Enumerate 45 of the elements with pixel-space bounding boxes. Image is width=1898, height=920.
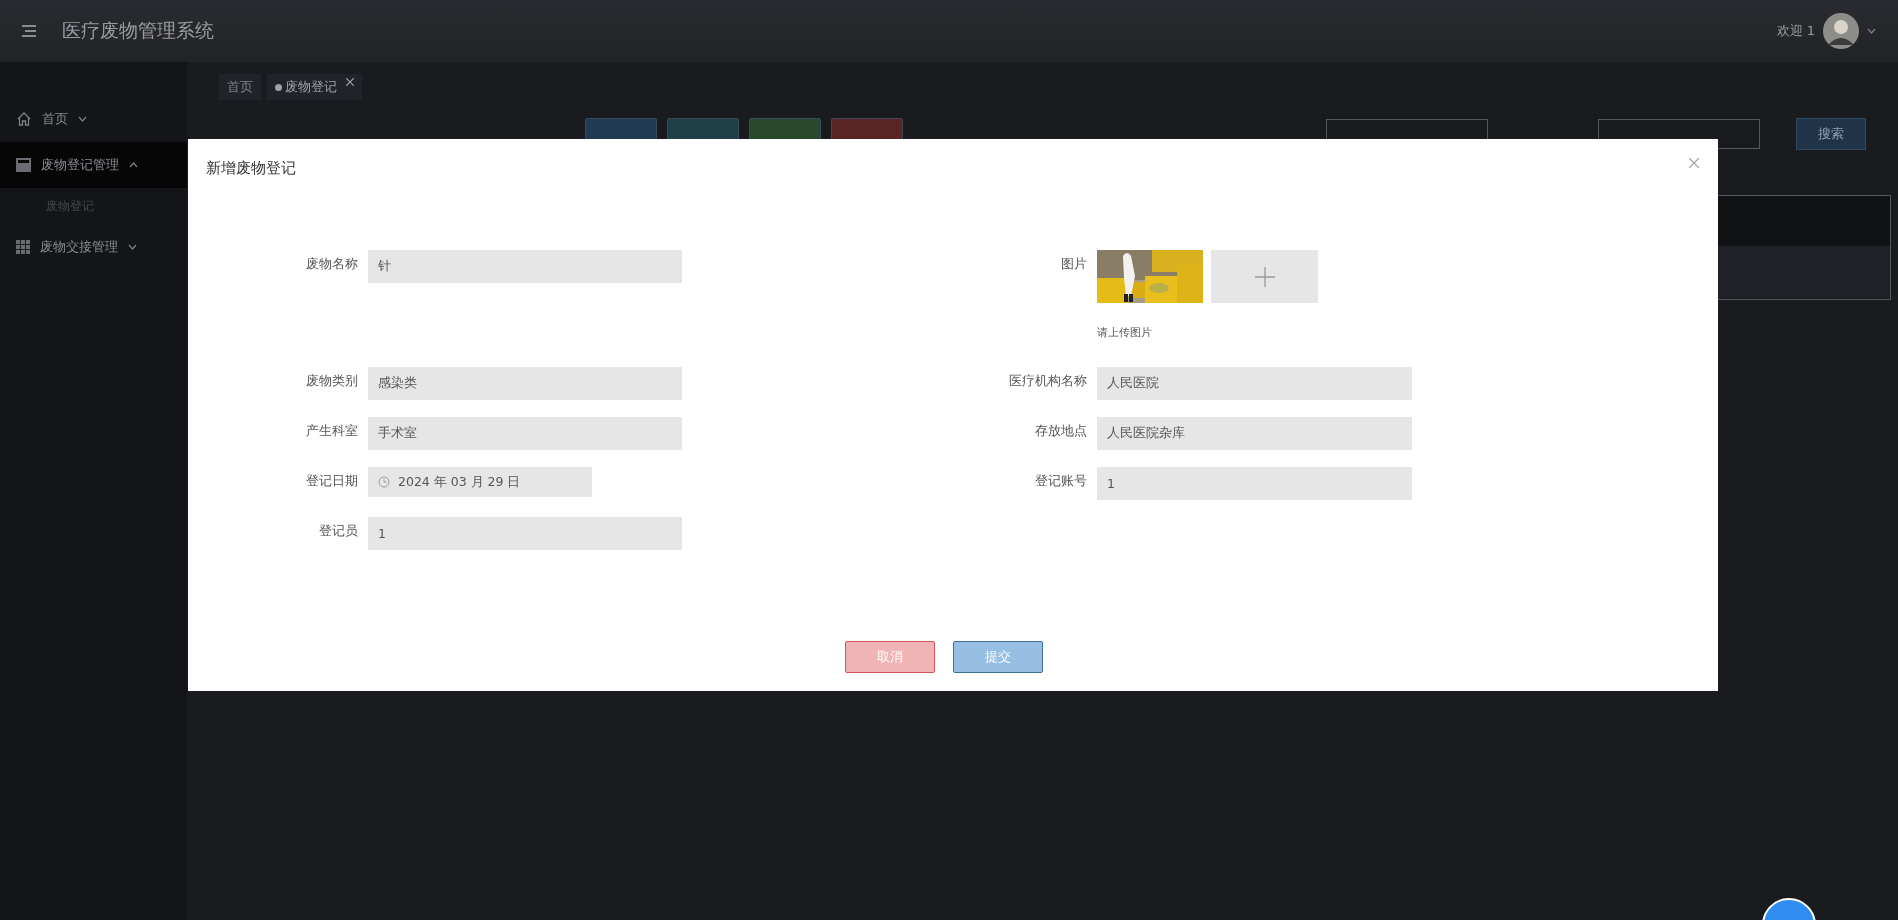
field-label: 登记账号 [1034, 472, 1087, 490]
field-label: 废物名称 [305, 255, 358, 273]
field-label: 登记日期 [305, 472, 358, 490]
avatar-icon[interactable] [1823, 13, 1859, 49]
sidebar-item[interactable]: 废物登记管理 [0, 142, 187, 188]
date-field[interactable]: 2024 年 03 月 29 日 [368, 467, 592, 497]
date-value: 2024 年 03 月 29 日 [398, 473, 521, 491]
chevron-up-icon [129, 162, 138, 168]
sidebar-item[interactable]: 废物交接管理 [0, 224, 187, 270]
sidebar-label: 首页 [42, 110, 68, 128]
input-field[interactable]: 1 [368, 517, 682, 550]
chevron-down-icon [78, 116, 87, 122]
menu-icon[interactable] [22, 25, 36, 37]
upload-hint: 请上传图片 [1097, 325, 1153, 340]
sidebar-label: 废物交接管理 [40, 238, 118, 256]
field-label: 图片 [1060, 255, 1087, 273]
sidebar-item[interactable]: 首页 [0, 96, 187, 142]
home-icon [16, 111, 32, 127]
search-button[interactable]: 搜索 [1796, 118, 1866, 150]
store-icon [16, 158, 31, 172]
clock-icon [378, 476, 390, 488]
close-icon [1689, 157, 1699, 168]
plus-icon [1254, 266, 1275, 287]
field-label: 登记员 [318, 522, 358, 540]
chevron-down-icon [128, 244, 137, 250]
input-field[interactable]: 手术室 [368, 417, 682, 450]
input-field[interactable]: 感染类 [368, 367, 682, 400]
active-dot [275, 83, 282, 91]
input-field[interactable]: 针 [368, 250, 682, 283]
page-tab[interactable]: 首页 [219, 74, 261, 100]
close-icon[interactable] [346, 78, 354, 86]
app-title: 医疗废物管理系统 [62, 18, 214, 43]
field-label: 医疗机构名称 [1008, 372, 1087, 390]
field-label: 废物类别 [305, 372, 358, 390]
field-label: 存放地点 [1034, 422, 1087, 440]
grid-icon [16, 240, 30, 254]
page-tab[interactable]: 废物登记 [267, 74, 362, 100]
input-field[interactable]: 人民医院杂库 [1097, 417, 1412, 450]
input-field[interactable]: 1 [1097, 467, 1412, 500]
welcome-text: 欢迎 1 [1776, 22, 1815, 40]
sidebar-label: 废物登记管理 [41, 156, 119, 174]
field-label: 产生科室 [305, 422, 358, 440]
dialog-title: 新增废物登记 [206, 159, 296, 178]
input-field[interactable]: 人民医院 [1097, 367, 1412, 400]
chevron-down-icon [1867, 28, 1876, 34]
